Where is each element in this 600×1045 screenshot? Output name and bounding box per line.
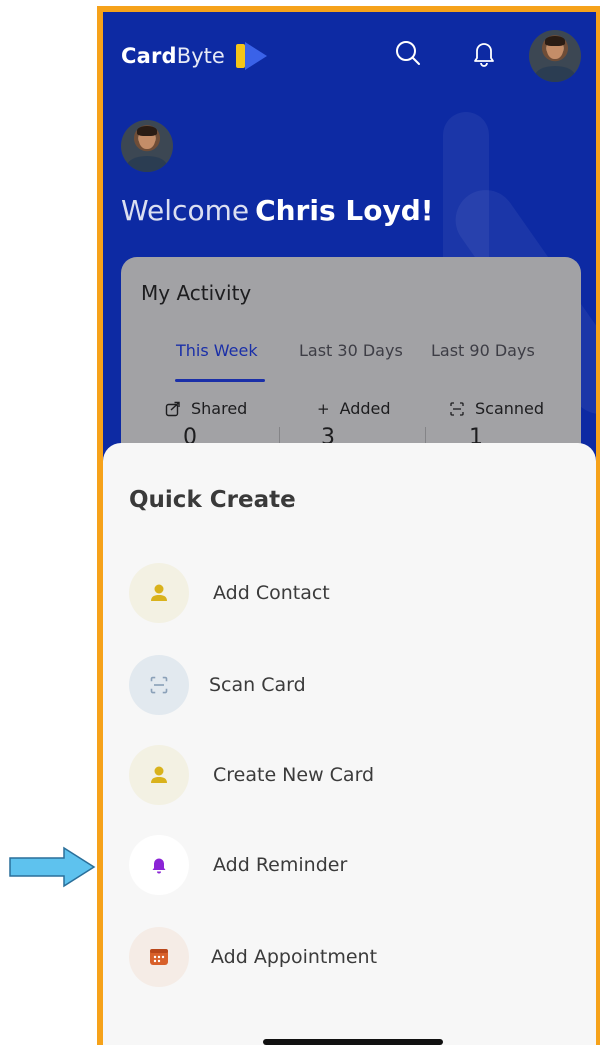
stat-scanned: Scanned	[449, 399, 544, 418]
tab-last-90-days[interactable]: Last 90 Days	[431, 341, 535, 360]
tab-last-30-days[interactable]: Last 30 Days	[299, 341, 403, 360]
calendar-icon	[150, 949, 168, 965]
bell-icon	[152, 858, 166, 874]
add-reminder-label: Add Reminder	[213, 854, 348, 876]
avatar-shirt	[535, 66, 575, 82]
person-icon	[151, 766, 167, 783]
home-indicator[interactable]	[263, 1039, 443, 1045]
quick-create-add-appointment[interactable]: Add Appointment	[129, 927, 549, 987]
add-appointment-label: Add Appointment	[211, 946, 378, 968]
phone-frame: Card Byte Welcome Chris Loyd! My Activit…	[97, 6, 600, 1045]
screen: Card Byte Welcome Chris Loyd! My Activit…	[0, 0, 600, 1045]
add-reminder-icon-circle	[129, 835, 189, 895]
bell-icon[interactable]	[469, 38, 499, 68]
pointer-arrow-icon	[9, 846, 96, 888]
stat-shared-label: Shared	[191, 399, 248, 418]
quick-create-sheet: Quick Create Add Contact Scan Card Creat…	[103, 443, 596, 1045]
activity-title: My Activity	[141, 281, 252, 305]
active-tab-indicator	[175, 379, 265, 382]
create-new-card-label: Create New Card	[213, 764, 375, 786]
scan-card-label: Scan Card	[209, 674, 306, 696]
avatar-hair	[137, 126, 157, 136]
quick-create-new-card[interactable]: Create New Card	[129, 745, 549, 805]
scan-icon	[450, 401, 464, 416]
quick-create-title: Quick Create	[129, 487, 296, 513]
quick-create-scan-card[interactable]: Scan Card	[129, 655, 549, 715]
plus-icon: +	[317, 399, 330, 418]
create-card-icon-circle	[129, 745, 189, 805]
share-icon	[165, 401, 180, 416]
add-contact-icon-circle	[129, 563, 189, 623]
welcome-greeting: Welcome	[121, 194, 250, 227]
person-icon	[151, 584, 167, 601]
stat-added-label: Added	[339, 399, 391, 418]
search-icon[interactable]	[393, 38, 423, 68]
welcome-avatar	[121, 120, 173, 172]
scan-icon	[150, 676, 168, 694]
quick-create-add-contact[interactable]: Add Contact	[129, 563, 549, 623]
stat-scanned-label: Scanned	[475, 399, 545, 418]
profile-avatar[interactable]	[529, 30, 581, 82]
add-appointment-icon-circle	[129, 927, 189, 987]
avatar-shirt	[127, 156, 167, 172]
user-name: Chris Loyd!	[255, 194, 434, 227]
avatar-hair	[545, 36, 565, 46]
quick-create-add-reminder[interactable]: Add Reminder	[129, 835, 549, 895]
app-logo[interactable]: Card Byte	[121, 40, 269, 72]
scan-card-icon-circle	[129, 655, 189, 715]
app-header: Card Byte	[103, 12, 596, 92]
add-contact-label: Add Contact	[213, 582, 330, 604]
logo-text-bold: Card	[121, 44, 177, 68]
tab-this-week[interactable]: This Week	[176, 341, 258, 360]
stat-shared: Shared	[165, 399, 247, 418]
logo-text-light: Byte	[176, 44, 225, 68]
welcome-message: Welcome Chris Loyd!	[121, 194, 434, 227]
logo-mark-icon	[235, 42, 267, 70]
stat-added: + Added	[317, 399, 391, 418]
